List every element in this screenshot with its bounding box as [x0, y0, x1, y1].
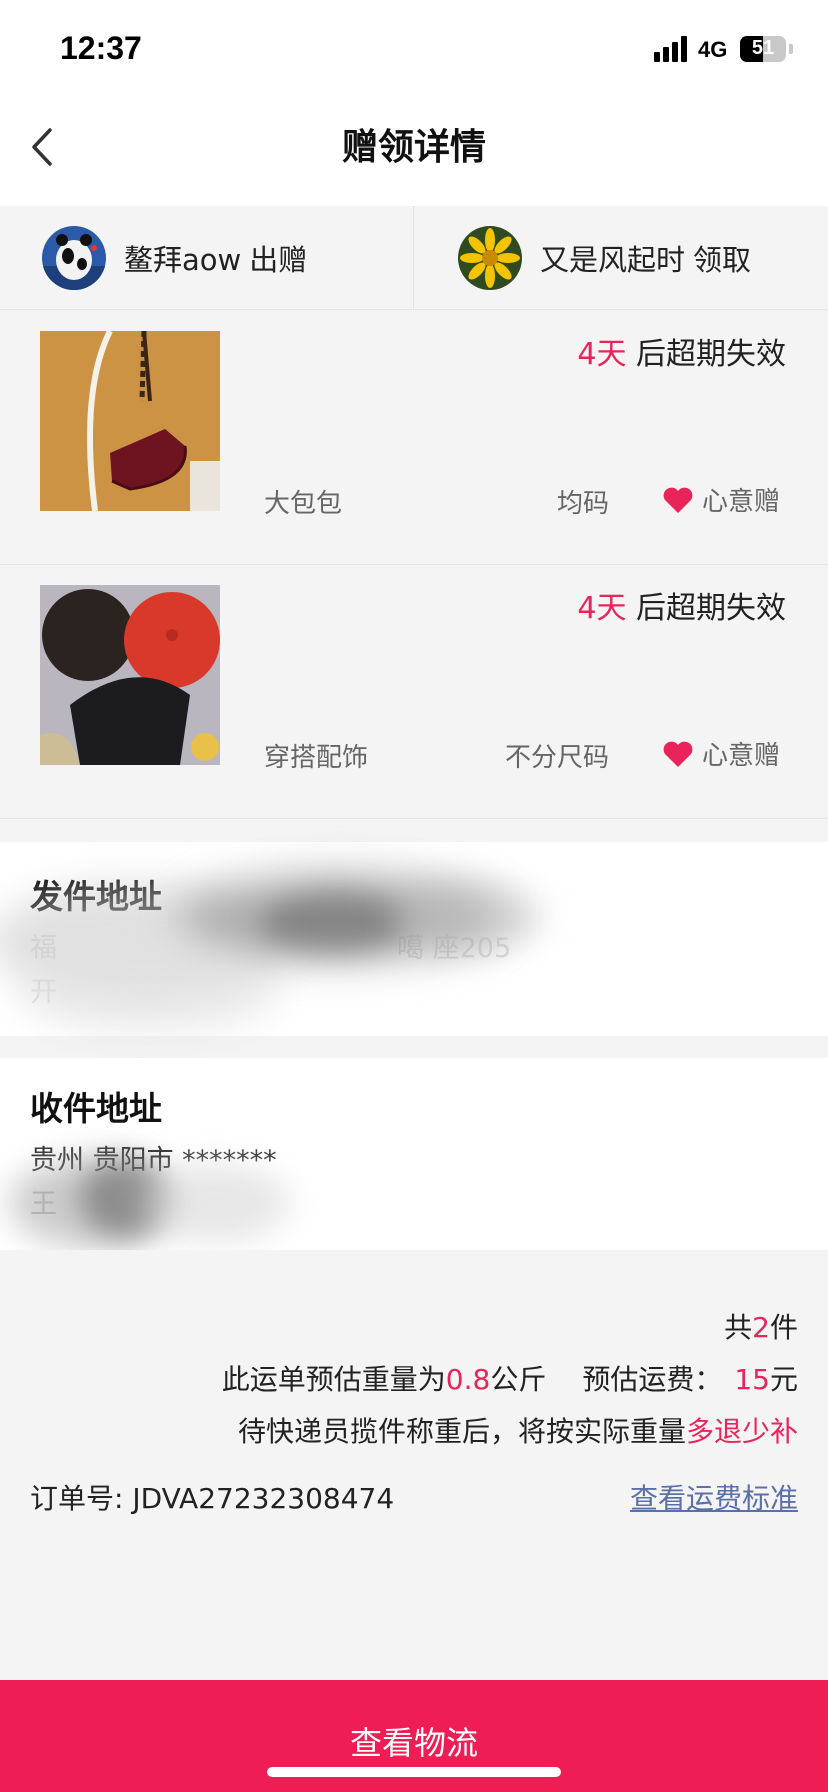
receiver-avatar [458, 226, 522, 290]
gift-type-label: 心意赠 [701, 741, 780, 771]
expire-notice: 4天 后超期失效 [577, 329, 786, 373]
gift-name: 穿搭配饰 [264, 743, 369, 773]
users-row: 鳌拜aow 出赠 又是风起时 领取 [0, 206, 828, 310]
gift-type: 心意赠 [662, 481, 780, 518]
sender-address-card: 发件地址 福噶 座205 开 [0, 842, 828, 1036]
receiver-address-title: 收件地址 [30, 1089, 162, 1128]
receiver-role: 领取 [693, 243, 752, 277]
heart-icon [663, 487, 693, 513]
giver-cell[interactable]: 鳌拜aow 出赠 [42, 226, 307, 290]
expire-days: 4天 [577, 591, 627, 626]
expire-days: 4天 [577, 337, 627, 372]
gift-name: 大包包 [264, 489, 343, 519]
weight-and-fee: 此运单预估重量为0.8公斤 预估运费： 15元 [221, 1363, 798, 1396]
giver-avatar [42, 226, 106, 290]
gift-thumbnail-bag [40, 331, 220, 511]
gift-thumbnail-hats [40, 585, 220, 765]
battery-cap [789, 44, 793, 54]
gift-size: 均码 [557, 489, 610, 519]
nav-bar: 赠领详情 [0, 100, 828, 206]
order-number: 订单号: JDVA27232308474 [30, 1482, 395, 1515]
gift-item[interactable]: 4天 后超期失效 大包包 均码 心意赠 [0, 311, 828, 565]
weight-value: 0.8 [445, 1363, 491, 1396]
receiver-name: 又是风起时 [540, 243, 686, 277]
fee-value: 15 [734, 1363, 770, 1396]
item-count-value: 2 [752, 1311, 770, 1344]
item-count: 共2件 [724, 1311, 798, 1344]
view-logistics-label: 查看物流 [349, 1724, 478, 1762]
status-bar: 12:37 4G 51 [0, 0, 828, 100]
gift-type: 心意赠 [662, 735, 780, 772]
gift-item[interactable]: 4天 后超期失效 穿搭配饰 不分尺码 心意赠 [0, 565, 828, 819]
receiver-label: 又是风起时 领取 [540, 237, 751, 279]
status-time: 12:37 [60, 30, 142, 66]
expire-suffix: 后超期失效 [636, 337, 786, 372]
gift-size: 不分尺码 [505, 743, 610, 773]
page-title: 赠领详情 [341, 127, 486, 168]
receiver-cell[interactable]: 又是风起时 领取 [458, 226, 751, 290]
heart-icon [663, 741, 693, 767]
weight-note: 待快递员揽件称重后，将按实际重量多退少补 [237, 1415, 798, 1448]
expire-notice: 4天 后超期失效 [577, 583, 786, 627]
fee-standard-link[interactable]: 查看运费标准 [630, 1477, 798, 1517]
giver-label: 鳌拜aow 出赠 [124, 237, 307, 279]
network-type: 4G [698, 37, 728, 62]
signal-icon [654, 36, 688, 62]
giver-role: 出赠 [249, 243, 308, 277]
shipping-summary: 共2件 此运单预估重量为0.8公斤 预估运费： 15元 待快递员揽件称重后，将按实际… [0, 1250, 828, 1680]
divider [413, 206, 414, 310]
battery-percent: 51 [751, 37, 775, 59]
expire-suffix: 后超期失效 [636, 591, 786, 626]
battery-icon: 51 [740, 36, 786, 62]
order-number-value: JDVA27232308474 [132, 1482, 395, 1515]
giver-name: 鳌拜aow [124, 243, 242, 277]
gift-type-label: 心意赠 [701, 487, 780, 517]
receiver-address-card: 收件地址 贵州 贵阳市 ******* 王 [0, 1058, 828, 1250]
home-indicator[interactable] [267, 1767, 561, 1777]
